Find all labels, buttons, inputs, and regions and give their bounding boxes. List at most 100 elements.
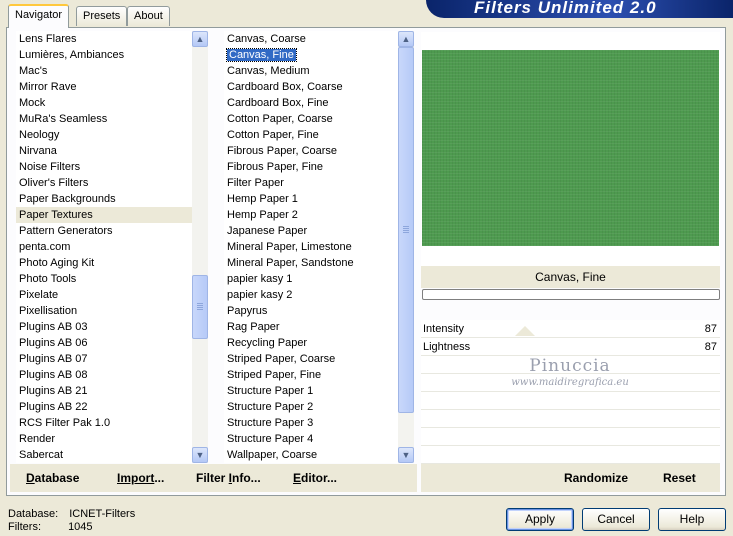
filter-list-item[interactable]: Fibrous Paper, Fine (224, 159, 398, 175)
category-list-item[interactable]: RCS Filter Pak 1.0 (16, 415, 192, 431)
category-list-item[interactable]: Pixelate (16, 287, 192, 303)
category-list-item[interactable]: Sabercat (16, 447, 192, 463)
filter-list-item[interactable]: Cardboard Box, Fine (224, 95, 398, 111)
category-list[interactable]: Lens Flares Lumières, Ambiances Mac's Mirro… (16, 31, 192, 463)
preview-image (422, 50, 719, 246)
filter-list-item[interactable]: Fibrous Paper, Coarse (224, 143, 398, 159)
filter-list-item[interactable]: Structure Paper 3 (224, 415, 398, 431)
status-filters: Filters: 1045 (8, 521, 93, 533)
param-empty-row (421, 410, 720, 428)
filter-list-item[interactable]: Canvas, Medium (224, 63, 398, 79)
filter-list-item[interactable]: Striped Paper, Fine (224, 367, 398, 383)
slider-marker-icon (515, 326, 535, 336)
filter-list-item[interactable]: Rag Paper (224, 319, 398, 335)
category-list-item[interactable]: Photo Tools (16, 271, 192, 287)
param-label: Lightness (423, 341, 471, 353)
filter-list-item[interactable]: Striped Paper, Coarse (224, 351, 398, 367)
category-list-item[interactable]: Photo Aging Kit (16, 255, 192, 271)
filter-list-item[interactable]: Structure Paper 4 (224, 431, 398, 447)
filter-list-item[interactable]: Cardboard Box, Coarse (224, 79, 398, 95)
param-empty-row (421, 392, 720, 410)
param-empty-row (421, 446, 720, 464)
category-list-item[interactable]: Pixellisation (16, 303, 192, 319)
filter-list-item[interactable]: Canvas, Coarse (224, 31, 398, 47)
category-list-item[interactable]: Paper Backgrounds (16, 191, 192, 207)
filter-list-item[interactable]: Mineral Paper, Sandstone (224, 255, 398, 271)
scroll-down-icon[interactable]: ▼ (398, 447, 414, 463)
category-list-item[interactable]: penta.com (16, 239, 192, 255)
action-link-row: Database Import... Filter Info... Editor… (10, 464, 417, 492)
filter-list-item[interactable]: Hemp Paper 1 (224, 191, 398, 207)
scroll-up-icon[interactable]: ▲ (398, 31, 414, 47)
filter-list-item[interactable]: Wallpaper, Coarse (224, 447, 398, 463)
param-empty-row (421, 428, 720, 446)
category-list-item[interactable]: Neology (16, 127, 192, 143)
filter-list-item[interactable]: Papyrus (224, 303, 398, 319)
filter-list-item[interactable]: Cotton Paper, Fine (224, 127, 398, 143)
category-list-item[interactable]: Paper Textures (16, 207, 192, 223)
category-list-item[interactable]: Mock (16, 95, 192, 111)
filter-info-link[interactable]: Filter Info... (196, 471, 261, 485)
category-list-item[interactable]: Lens Flares (16, 31, 192, 47)
parameter-panel: Intensity 87 Lightness 87 (421, 320, 720, 464)
filter-list-item[interactable]: Cotton Paper, Coarse (224, 111, 398, 127)
filter-list-item[interactable]: Japanese Paper (224, 223, 398, 239)
category-list-item[interactable]: Plugins AB 08 (16, 367, 192, 383)
category-scroll-thumb[interactable] (192, 275, 208, 340)
apply-button[interactable]: Apply (506, 508, 574, 531)
param-label: Intensity (423, 323, 464, 335)
category-list-item[interactable]: Noise Filters (16, 159, 192, 175)
param-intensity[interactable]: Intensity 87 (421, 320, 720, 338)
filter-list-item[interactable]: Hemp Paper 2 (224, 207, 398, 223)
param-lightness[interactable]: Lightness 87 (421, 338, 720, 356)
filter-list-item[interactable]: Structure Paper 2 (224, 399, 398, 415)
filter-list-item[interactable]: Structure Paper 1 (224, 383, 398, 399)
import-link[interactable]: Import... (117, 471, 164, 485)
category-list-item[interactable]: MuRa's Seamless (16, 111, 192, 127)
reset-link[interactable]: Reset (663, 471, 696, 485)
tab-navigator[interactable]: Navigator (8, 4, 70, 28)
filter-scrollbar[interactable]: ▲ ▼ (398, 31, 414, 463)
category-list-item[interactable]: Pattern Generators (16, 223, 192, 239)
scroll-up-icon[interactable]: ▲ (192, 31, 208, 47)
category-list-item[interactable]: Mirror Rave (16, 79, 192, 95)
help-button[interactable]: Help (658, 508, 726, 531)
scroll-down-icon[interactable]: ▼ (192, 447, 208, 463)
filter-count: 1045 (68, 521, 93, 533)
filter-list-item[interactable]: Canvas, Fine (224, 47, 398, 63)
param-value: 87 (704, 323, 717, 335)
randomize-link[interactable]: Randomize (564, 471, 628, 485)
filter-list-item[interactable]: papier kasy 1 (224, 271, 398, 287)
progress-bar (422, 289, 720, 300)
database-name: ICNET-Filters (69, 508, 136, 520)
param-value: 87 (704, 341, 717, 353)
filter-scroll-thumb[interactable] (398, 47, 414, 413)
category-list-item[interactable]: Plugins AB 22 (16, 399, 192, 415)
watermark-url: www.maidiregrafica.eu (511, 377, 629, 388)
filter-list[interactable]: Canvas, Coarse Canvas, Fine Canvas, Medium… (224, 31, 398, 463)
category-list-item[interactable]: Nirvana (16, 143, 192, 159)
app-title-banner: Filters Unlimited 2.0 (426, 0, 733, 18)
cancel-button[interactable]: Cancel (582, 508, 650, 531)
filter-list-item[interactable]: Recycling Paper (224, 335, 398, 351)
database-link[interactable]: Database (26, 471, 79, 485)
selected-filter-name: Canvas, Fine (421, 266, 720, 288)
category-list-item[interactable]: Plugins AB 21 (16, 383, 192, 399)
category-list-item[interactable]: Oliver's Filters (16, 175, 192, 191)
status-database: Database: ICNET-Filters (8, 508, 136, 520)
filter-list-item[interactable]: Filter Paper (224, 175, 398, 191)
category-list-item[interactable]: Plugins AB 06 (16, 335, 192, 351)
filter-list-item[interactable]: papier kasy 2 (224, 287, 398, 303)
category-list-item[interactable]: Plugins AB 07 (16, 351, 192, 367)
category-list-item[interactable]: Render (16, 431, 192, 447)
category-list-item[interactable]: Mac's (16, 63, 192, 79)
category-list-item[interactable]: Plugins AB 03 (16, 319, 192, 335)
tab-about[interactable]: About (127, 6, 170, 26)
watermark: Pinuccia www.maidiregrafica.eu (440, 356, 700, 388)
filter-list-item[interactable]: Mineral Paper, Limestone (224, 239, 398, 255)
editor-link[interactable]: Editor... (293, 471, 337, 485)
tab-presets[interactable]: Presets (76, 6, 128, 26)
category-scrollbar[interactable]: ▲ ▼ (192, 31, 208, 463)
watermark-name: Pinuccia (529, 356, 611, 376)
category-list-item[interactable]: Lumières, Ambiances (16, 47, 192, 63)
